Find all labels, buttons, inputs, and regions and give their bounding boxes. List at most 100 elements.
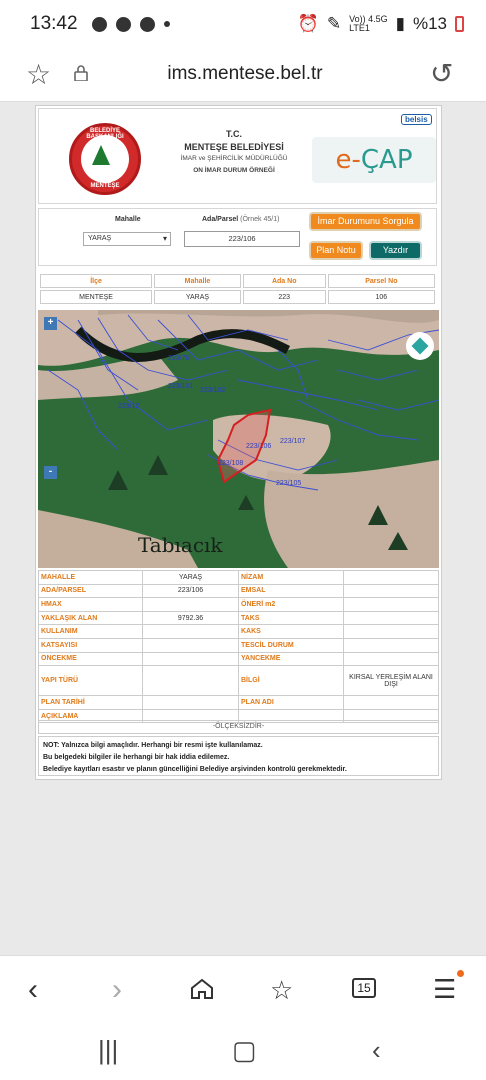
mahalle-selected: YARAŞ: [88, 235, 112, 242]
query-panel: Mahalle Ada/Parsel (Örnek 45/1) YARAŞ ▾ …: [38, 208, 437, 266]
yazdir-button[interactable]: Yazdır: [369, 241, 422, 260]
notification-icons: [91, 16, 170, 32]
detail-value: [142, 637, 239, 653]
detail-key: ONCEKME: [38, 651, 143, 667]
detail-value: [142, 695, 239, 710]
detail-key: KAKS: [238, 624, 344, 639]
detail-row: HMAX ÖNERİ m2: [38, 597, 439, 612]
detail-row: ADA/PARSEL 223/106 EMSAL: [38, 583, 439, 599]
detail-value: [343, 695, 439, 710]
back-icon[interactable]: ‹: [28, 973, 38, 1007]
detail-value: [343, 583, 439, 599]
ada-parsel-label: Ada/Parsel (Örnek 45/1): [202, 216, 279, 223]
more-notifications-icon: [163, 21, 170, 27]
browser-toolbar: ‹ › ☆ 15 ☰: [0, 955, 486, 1025]
battery-icon: [455, 16, 464, 32]
details-table: MAHALLE YARAŞ NİZAM ADA/PARSEL 223/106 EMSAL H…: [38, 570, 439, 724]
map-place-label: Tabıacık: [138, 533, 223, 557]
detail-row: MAHALLE YARAŞ NİZAM: [38, 570, 439, 585]
back-nav-icon[interactable]: ‹: [372, 1035, 381, 1066]
forward-icon[interactable]: ›: [112, 973, 122, 1007]
tabs-button[interactable]: 15: [352, 978, 376, 998]
summary-header: Parsel No: [327, 274, 435, 288]
zoom-in-button[interactable]: +: [44, 317, 57, 330]
reload-icon[interactable]: ↺: [430, 57, 453, 90]
detail-value: 223/106: [142, 583, 239, 599]
detail-key: PLAN TARİHİ: [38, 695, 143, 710]
detail-key: MAHALLE: [38, 570, 143, 585]
lock-icon[interactable]: [74, 65, 88, 81]
detail-value: [142, 665, 239, 697]
home-icon[interactable]: [190, 978, 214, 1000]
system-nav-bar: ||| ▢ ‹: [0, 1025, 486, 1080]
facebook-icon: [115, 16, 131, 32]
detail-key: NİZAM: [238, 570, 344, 585]
bookmark-star-icon[interactable]: ☆: [26, 58, 51, 91]
mahalle-select[interactable]: YARAŞ ▾: [83, 232, 171, 246]
detail-value: [343, 624, 439, 639]
parcel-label: 223/106: [246, 443, 271, 450]
detail-key: KULLANIM: [38, 624, 143, 639]
layers-icon: [411, 337, 429, 355]
layers-button[interactable]: [406, 332, 434, 360]
disclaimer-note: NOT: Yalnızca bilgi amaçlıdır. Herhangi …: [38, 736, 439, 776]
parcel-label: 223/12: [118, 403, 140, 410]
detail-row: YAKLAŞIK ALAN 9792.36 TAKS: [38, 610, 439, 626]
home-nav-icon[interactable]: ▢: [232, 1035, 257, 1066]
recents-icon[interactable]: |||: [98, 1035, 118, 1066]
header-mudurluk: İMAR ve ŞEHİRCİLİK MÜDÜRLÜĞÜ: [180, 155, 288, 162]
network-indicator: Vo)) 4.5G LTE1: [349, 15, 388, 33]
belsis-logo: belsis: [401, 114, 432, 125]
detail-row: PLAN TARİHİ PLAN ADI: [38, 695, 439, 710]
alarm-icon: ⏰: [297, 14, 319, 33]
parcel-map[interactable]: 223/76 223/101 223/102 223/106 223/107 2…: [38, 310, 439, 568]
ada-label-text: Ada/Parsel: [202, 216, 239, 223]
detail-value: [142, 597, 239, 612]
summary-value-row: MENTEŞE YARAŞ 223 106: [40, 290, 435, 304]
detail-value: YARAŞ: [142, 570, 239, 585]
detail-row: KATSAYISI TESCİL DURUM: [38, 637, 439, 653]
map-imagery: 223/76 223/101 223/102 223/106 223/107 2…: [38, 310, 439, 568]
detail-value: 9792.36: [142, 610, 239, 626]
note-line: Bu belgedeki bilgiler ile herhangi bir h…: [43, 754, 230, 761]
detail-key: ADA/PARSEL: [38, 583, 143, 599]
detail-key: YAKLAŞIK ALAN: [38, 610, 143, 626]
menu-icon[interactable]: ☰: [433, 974, 456, 1005]
note-line: NOT: Yalnızca bilgi amaçlıdır. Herhangi …: [43, 742, 263, 749]
clock: 13:42: [30, 13, 78, 34]
plan-notu-button[interactable]: Plan Notu: [309, 241, 363, 260]
detail-row: KULLANIM KAKS: [38, 624, 439, 639]
municipality-logo: BELEDİYE BAŞKANLIĞI MENTEŞE: [69, 123, 141, 195]
bookmark-add-icon[interactable]: ☆: [270, 975, 293, 1006]
scale-note: -ÖLÇEKSİZDİR-: [38, 720, 439, 734]
detail-key: HMAX: [38, 597, 143, 612]
url-text[interactable]: ims.mentese.bel.tr: [100, 63, 390, 85]
logo-bottom-text: MENTEŞE: [90, 183, 120, 189]
detail-key: PLAN ADI: [238, 695, 344, 710]
parcel-label: 223/107: [280, 438, 305, 445]
summary-value: MENTEŞE: [40, 290, 153, 304]
menu-badge-dot: [457, 970, 464, 977]
imar-sorgula-button[interactable]: İmar Durumunu Sorgula: [309, 212, 422, 231]
note-line: Belediye kayıtları esastır ve planın gün…: [43, 766, 347, 773]
detail-value: KIRSAL YERLEŞİM ALANI DIŞI: [343, 665, 439, 697]
summary-header: Ada No: [242, 274, 326, 288]
pinwheel-icon: [91, 16, 107, 32]
network-sub: LTE1: [349, 23, 370, 33]
parcel-label: 223/105: [276, 480, 301, 487]
ecap-logo: e-ÇAP: [312, 137, 436, 183]
chevron-down-icon: ▾: [162, 234, 167, 243]
detail-value: [142, 624, 239, 639]
summary-value: 223: [242, 290, 326, 304]
summary-value: 106: [327, 290, 435, 304]
detail-key: YAPI TÜRÜ: [38, 665, 143, 697]
detail-value: [142, 651, 239, 667]
summary-header-row: İlçe Mahalle Ada No Parsel No: [40, 274, 435, 288]
ada-parsel-input[interactable]: 223/106: [184, 231, 300, 247]
page-card: BELEDİYE BAŞKANLIĞI MENTEŞE T.C. MENTEŞE…: [35, 105, 442, 780]
header-ornek: ON İMAR DURUM ÖRNEĞİ: [193, 167, 275, 174]
zoom-out-button[interactable]: -: [44, 466, 57, 479]
detail-row: YAPI TÜRÜ BİLGİ KIRSAL YERLEŞİM ALANI DIŞI: [38, 665, 439, 697]
status-bar: 13:42 ⏰ ✎ Vo)) 4.5G LTE1 ▮ %13: [0, 0, 486, 48]
pen-icon: ✎: [326, 14, 342, 33]
